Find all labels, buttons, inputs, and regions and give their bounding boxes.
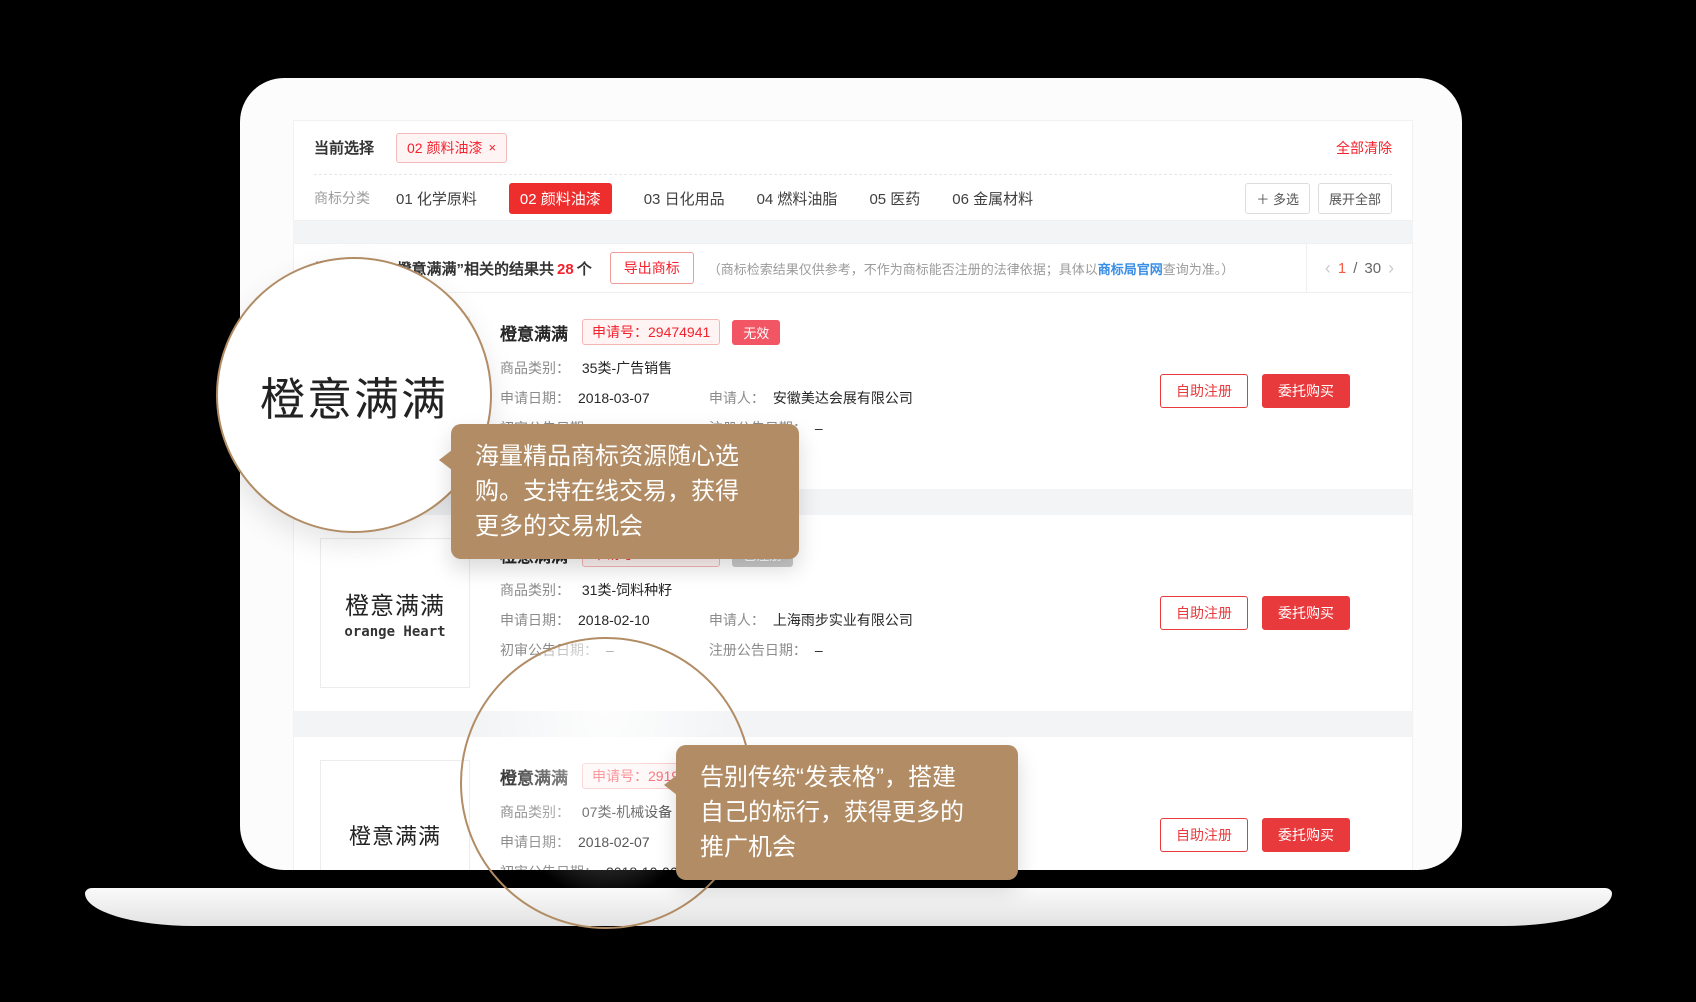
field-value: 35类-广告销售 — [582, 360, 672, 376]
field-label: 申请日期： — [500, 390, 570, 406]
disclaimer: （商标检索结果仅供参考，不作为商标能否注册的法律依据；具体以商标局官网查询为准。… — [708, 259, 1306, 278]
filter-panel: 当前选择 02 颜料油漆 × 全部清除 商标分类 01 化学原料 02 颜料油漆… — [293, 120, 1413, 221]
category-row: 商标分类 01 化学原料 02 颜料油漆 03 日化用品 04 燃料油脂 05 … — [294, 175, 1412, 221]
page-current: 1 — [1338, 260, 1346, 277]
entrust-purchase-button[interactable]: 委托购买 — [1262, 818, 1350, 852]
entrust-purchase-button[interactable]: 委托购买 — [1262, 374, 1350, 408]
category-item-05[interactable]: 05 医药 — [869, 188, 920, 209]
row-actions: 自助注册 委托购买 — [1160, 596, 1350, 630]
field-label: 申请人： — [709, 390, 765, 406]
current-selection-row: 当前选择 02 颜料油漆 × 全部清除 — [294, 121, 1412, 174]
clear-all-link[interactable]: 全部清除 — [1336, 138, 1392, 158]
field-value: 31类-饲料种籽 — [582, 582, 672, 598]
next-page-icon[interactable]: › — [1388, 259, 1394, 277]
page-total: 30 — [1364, 260, 1381, 277]
page-divider: / — [1353, 260, 1357, 277]
pagination: ‹ 1 / 30 › — [1306, 244, 1412, 292]
field-value: – — [815, 642, 823, 658]
disclaimer-pre: （商标检索结果仅供参考，不作为商标能否注册的法律依据；具体以 — [708, 262, 1098, 277]
results-header: 为您检索到“橙意满满”相关的结果共28个 导出商标 （商标检索结果仅供参考，不作… — [294, 244, 1412, 293]
official-site-link[interactable]: 商标局官网 — [1098, 262, 1163, 277]
multi-select-button[interactable]: ＋ 多选 — [1245, 183, 1310, 214]
trademark-thumbnail[interactable]: 橙意满满 orange Heart — [320, 538, 470, 688]
tooltip-arrow-icon — [664, 775, 677, 795]
stage: 当前选择 02 颜料油漆 × 全部清除 商标分类 01 化学原料 02 颜料油漆… — [0, 0, 1696, 1002]
magnified-trademark-text: 橙意满满 — [260, 363, 448, 428]
category-label: 商标分类 — [314, 188, 370, 208]
results-count: 28 — [557, 261, 574, 278]
tooltip-arrow-icon — [439, 450, 452, 470]
field-label: 申请日期： — [500, 612, 570, 628]
export-trademark-button[interactable]: 导出商标 — [610, 252, 694, 284]
category-item-06[interactable]: 06 金属材料 — [952, 188, 1033, 209]
prev-page-icon[interactable]: ‹ — [1325, 259, 1331, 277]
field-value: 2018-03-07 — [578, 390, 650, 406]
category-item-03[interactable]: 03 日化用品 — [644, 188, 725, 209]
field-label: 商品类别： — [500, 582, 570, 598]
self-register-button[interactable]: 自助注册 — [1160, 818, 1248, 852]
trademark-thumbnail[interactable]: 橙意满满 — [320, 760, 470, 870]
trademark-title: 橙意满满 — [500, 320, 568, 345]
self-register-button[interactable]: 自助注册 — [1160, 596, 1248, 630]
row-actions: 自助注册 委托购买 — [1160, 818, 1350, 852]
application-number-tag: 申请号：29474941 — [582, 319, 720, 345]
results-summary-suffix: 个 — [577, 261, 592, 278]
selected-filter-tag-text: 02 颜料油漆 — [407, 138, 482, 158]
field-label: 申请人： — [709, 612, 765, 628]
entrust-purchase-button[interactable]: 委托购买 — [1262, 596, 1350, 630]
category-actions: ＋ 多选 展开全部 — [1245, 183, 1392, 214]
field-value: 安徽美达会展有限公司 — [773, 390, 913, 406]
category-item-01[interactable]: 01 化学原料 — [396, 188, 477, 209]
thumbnail-text: 橙意满满 — [349, 819, 441, 851]
current-selection-label: 当前选择 — [314, 137, 374, 158]
panel-gap — [293, 221, 1413, 243]
tooltip-promotion: 告别传统“发表格”，搭建 自己的标行，获得更多的 推广机会 — [676, 745, 1018, 880]
thumbnail-subtext: orange Heart — [344, 624, 445, 640]
tag-close-icon[interactable]: × — [488, 140, 496, 155]
thumbnail-text: 橙意满满 — [345, 586, 445, 621]
field-value: – — [815, 420, 823, 436]
selected-filter-tag[interactable]: 02 颜料油漆 × — [396, 133, 507, 163]
laptop-base — [85, 888, 1612, 926]
field-value: 上海雨步实业有限公司 — [773, 612, 913, 628]
field-label: 商品类别： — [500, 360, 570, 376]
disclaimer-post: 查询为准。） — [1163, 262, 1235, 277]
field-label: 注册公告日期： — [709, 642, 807, 658]
category-item-02-selected[interactable]: 02 颜料油漆 — [509, 183, 612, 214]
row-actions: 自助注册 委托购买 — [1160, 374, 1350, 408]
expand-all-button[interactable]: 展开全部 — [1318, 183, 1392, 214]
field-value: 2018-02-10 — [578, 612, 650, 628]
category-item-04[interactable]: 04 燃料油脂 — [757, 188, 838, 209]
status-badge: 无效 — [732, 320, 780, 345]
tooltip-marketplace: 海量精品商标资源随心选 购。支持在线交易，获得 更多的交易机会 — [451, 424, 799, 559]
self-register-button[interactable]: 自助注册 — [1160, 374, 1248, 408]
